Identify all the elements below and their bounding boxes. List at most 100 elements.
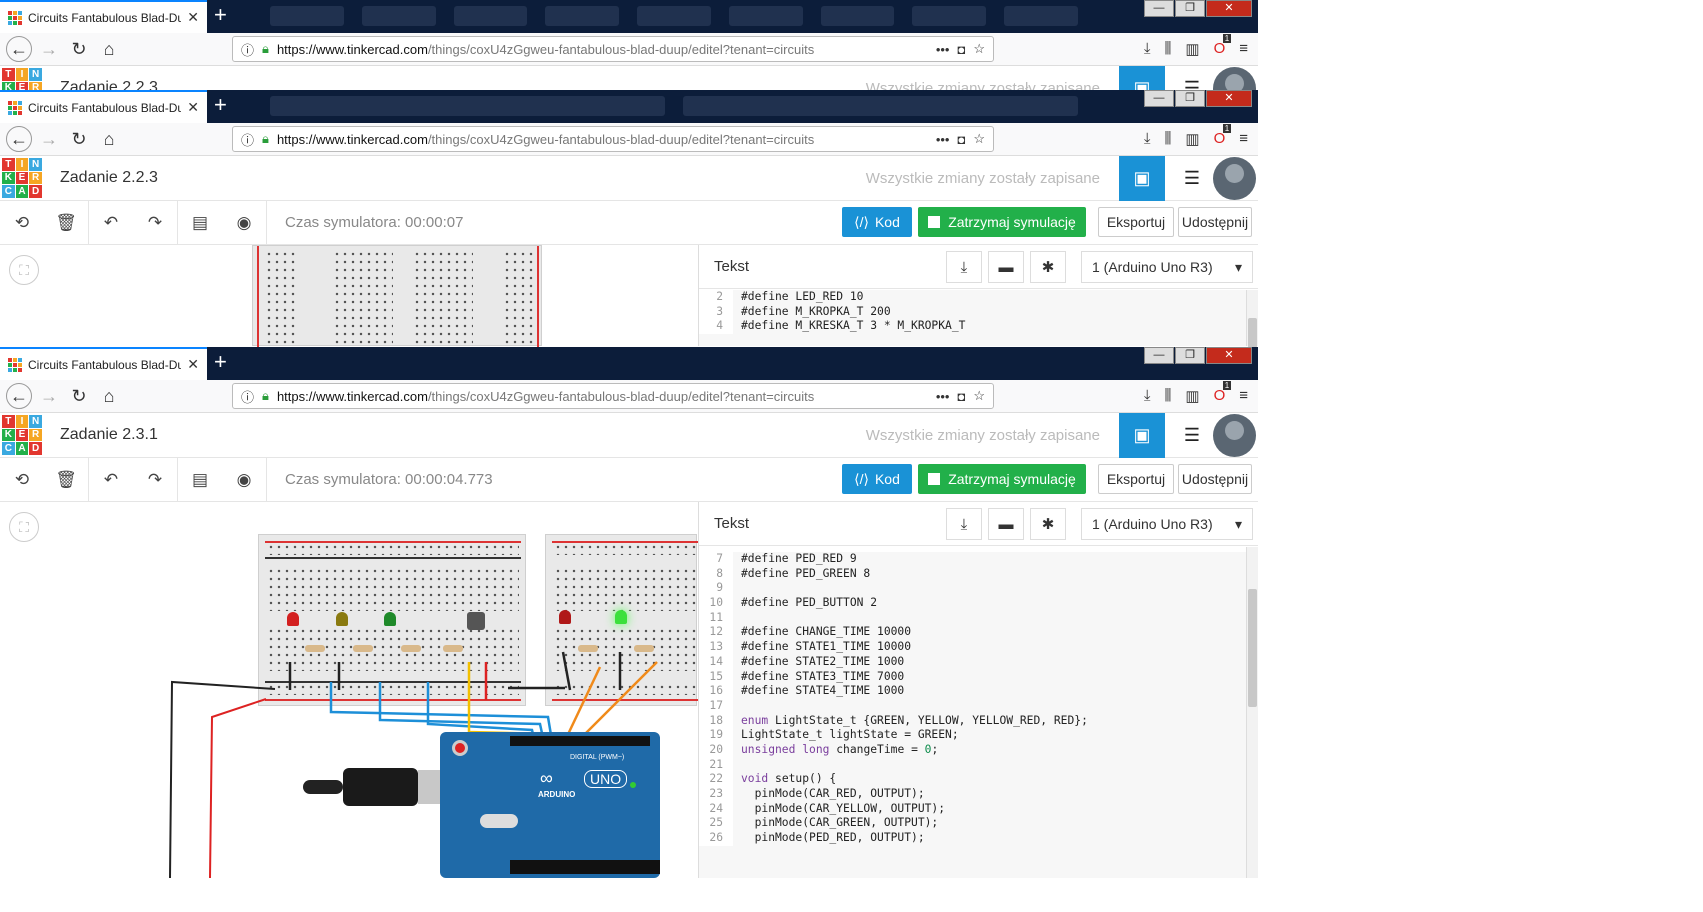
stop-simulation-button[interactable]: Zatrzymaj symulację xyxy=(918,464,1086,494)
debugger-icon[interactable]: ✱ xyxy=(1030,251,1066,283)
code-line[interactable]: 22 void setup() { xyxy=(699,772,1246,787)
sidebar-icon[interactable]: ▥ xyxy=(1185,40,1199,58)
component-list-icon[interactable]: ☰ xyxy=(1184,78,1200,90)
more-icon[interactable]: ••• xyxy=(936,42,950,57)
project-title[interactable]: Zadanie 2.2.3 xyxy=(60,79,158,90)
download-icon[interactable]: ⤓ xyxy=(1144,130,1151,148)
redo-icon[interactable]: ↷ xyxy=(133,470,177,490)
minimize-button[interactable]: — xyxy=(1144,0,1174,17)
new-tab-button[interactable]: + xyxy=(214,4,227,26)
code-line[interactable]: 23 pinMode(CAR_RED, OUTPUT); xyxy=(699,787,1246,802)
circuit-workspace[interactable]: ⛶ Tekst ⤓ ▬ ✱ 1 (Arduino Uno R3) ▾ 2 #defi… xyxy=(0,245,1258,347)
code-button[interactable]: ⟨/⟩ Kod xyxy=(842,464,912,494)
forward-icon[interactable]: → xyxy=(36,36,62,62)
code-button[interactable]: ⟨/⟩ Kod xyxy=(842,207,912,237)
code-line[interactable]: 3 #define M_KROPKA_T 200 xyxy=(699,304,1246,320)
undo-icon[interactable]: ↶ xyxy=(89,470,133,490)
browser-tab[interactable]: Circuits Fantabulous Blad-Duu ✕ xyxy=(0,90,207,123)
libraries-icon[interactable]: ▬ xyxy=(988,508,1024,540)
browser-tab[interactable]: Circuits Fantabulous Blad-Duu ✕ xyxy=(0,347,207,380)
opera-icon[interactable]: O1 xyxy=(1214,34,1232,58)
component-list-icon[interactable]: ☰ xyxy=(1184,168,1200,189)
sidebar-icon[interactable]: ▥ xyxy=(1185,387,1199,405)
code-line[interactable]: 11 xyxy=(699,610,1246,626)
star-icon[interactable]: ☆ xyxy=(973,41,985,57)
arduino-uno[interactable]: DIGITAL (PWM~) ∞ UNO ARDUINO xyxy=(440,732,660,878)
code-line[interactable]: 14 #define STATE2_TIME 1000 xyxy=(699,654,1246,670)
maximize-button[interactable]: ❐ xyxy=(1175,90,1205,107)
library-icon[interactable]: ⫼ xyxy=(1164,130,1171,148)
star-icon[interactable]: ☆ xyxy=(973,388,985,404)
forward-icon[interactable]: → xyxy=(36,126,62,152)
rotate-icon[interactable]: ⟲ xyxy=(0,470,44,490)
new-tab-button[interactable]: + xyxy=(214,351,227,373)
download-code-icon[interactable]: ⤓ xyxy=(946,508,982,540)
close-window-button[interactable]: ✕ xyxy=(1206,90,1252,107)
library-icon[interactable]: ⫼ xyxy=(1164,387,1171,405)
download-code-icon[interactable]: ⤓ xyxy=(946,251,982,283)
info-icon[interactable]: ⓘ xyxy=(241,40,254,59)
url-bar[interactable]: ⓘ 🔒︎ https://www.tinkercad.com/things/co… xyxy=(232,36,994,62)
avatar[interactable] xyxy=(1213,157,1256,200)
share-button[interactable]: Udostępnij xyxy=(1178,464,1252,494)
code-line[interactable]: 10 #define PED_BUTTON 2 xyxy=(699,596,1246,611)
device-select[interactable]: 1 (Arduino Uno R3) ▾ xyxy=(1081,508,1253,540)
eye-icon[interactable]: ◉ xyxy=(222,213,266,233)
code-scrollbar[interactable] xyxy=(1246,290,1258,347)
forward-icon[interactable]: → xyxy=(36,383,62,409)
code-line[interactable]: 21 xyxy=(699,757,1246,773)
circuit-view-button[interactable]: ▣ xyxy=(1119,156,1165,201)
home-icon[interactable]: ⌂ xyxy=(96,126,122,152)
circuit-view-button[interactable]: ▣ xyxy=(1119,413,1165,458)
redo-icon[interactable]: ↷ xyxy=(133,213,177,233)
pocket-icon[interactable]: ◘ xyxy=(957,389,965,404)
avatar[interactable] xyxy=(1213,414,1256,457)
close-window-button[interactable]: ✕ xyxy=(1206,347,1252,364)
code-line[interactable]: 25 pinMode(CAR_GREEN, OUTPUT); xyxy=(699,816,1246,832)
tinkercad-logo[interactable]: TINKERCAD xyxy=(2,68,42,90)
circuit-workspace[interactable]: ⛶ DIGITAL (PWM~) ∞ UNO ARDUINO Tekst ⤓ ▬… xyxy=(0,502,1258,878)
circuit-view-button[interactable]: ▣ xyxy=(1119,66,1165,90)
more-icon[interactable]: ••• xyxy=(936,389,950,404)
code-line[interactable]: 26 pinMode(PED_RED, OUTPUT); xyxy=(699,831,1246,846)
delete-icon[interactable]: 🗑︎ xyxy=(44,470,88,490)
notes-icon[interactable]: ▤ xyxy=(178,470,222,490)
pocket-icon[interactable]: ◘ xyxy=(957,132,965,147)
reload-icon[interactable]: ↻ xyxy=(66,36,92,62)
device-select[interactable]: 1 (Arduino Uno R3) ▾ xyxy=(1081,251,1253,283)
undo-icon[interactable]: ↶ xyxy=(89,213,133,233)
minimize-button[interactable]: — xyxy=(1144,347,1174,364)
tinkercad-logo[interactable]: TINKERCAD xyxy=(2,415,42,455)
code-line[interactable]: 9 xyxy=(699,581,1246,597)
code-line[interactable]: 15 #define STATE3_TIME 7000 xyxy=(699,669,1246,685)
back-icon[interactable]: ← xyxy=(6,36,32,62)
code-line[interactable]: 2 #define LED_RED 10 xyxy=(699,290,1246,305)
download-icon[interactable]: ⤓ xyxy=(1144,387,1151,405)
code-line[interactable]: 4 #define M_KRESKA_T 3 * M_KROPKA_T xyxy=(699,319,1246,335)
code-line[interactable]: 16 #define STATE4_TIME 1000 xyxy=(699,684,1246,699)
back-icon[interactable]: ← xyxy=(6,126,32,152)
reset-button[interactable] xyxy=(452,740,468,756)
sidebar-icon[interactable]: ▥ xyxy=(1185,130,1199,148)
close-window-button[interactable]: ✕ xyxy=(1206,0,1252,17)
reload-icon[interactable]: ↻ xyxy=(66,126,92,152)
close-tab-icon[interactable]: ✕ xyxy=(187,356,199,373)
export-button[interactable]: Eksportuj xyxy=(1098,464,1174,494)
stop-simulation-button[interactable]: Zatrzymaj symulację xyxy=(918,207,1086,237)
pocket-icon[interactable]: ◘ xyxy=(957,42,965,57)
avatar[interactable] xyxy=(1213,67,1256,90)
browser-tab[interactable]: Circuits Fantabulous Blad-Duu ✕ xyxy=(0,0,207,33)
home-icon[interactable]: ⌂ xyxy=(96,36,122,62)
zoom-fit-icon[interactable]: ⛶ xyxy=(9,255,39,285)
delete-icon[interactable]: 🗑︎ xyxy=(44,213,88,233)
menu-icon[interactable]: ≡ xyxy=(1239,130,1248,148)
star-icon[interactable]: ☆ xyxy=(973,131,985,147)
url-bar[interactable]: ⓘ 🔒︎ https://www.tinkercad.com/things/co… xyxy=(232,126,994,152)
tinkercad-logo[interactable]: TINKERCAD xyxy=(2,158,42,198)
reload-icon[interactable]: ↻ xyxy=(66,383,92,409)
code-line[interactable]: 20 unsigned long changeTime = 0; xyxy=(699,742,1246,758)
maximize-button[interactable]: ❐ xyxy=(1175,0,1205,17)
code-line[interactable]: 8 #define PED_GREEN 8 xyxy=(699,566,1246,582)
share-button[interactable]: Udostępnij xyxy=(1178,207,1252,237)
code-line[interactable]: 17 xyxy=(699,698,1246,714)
